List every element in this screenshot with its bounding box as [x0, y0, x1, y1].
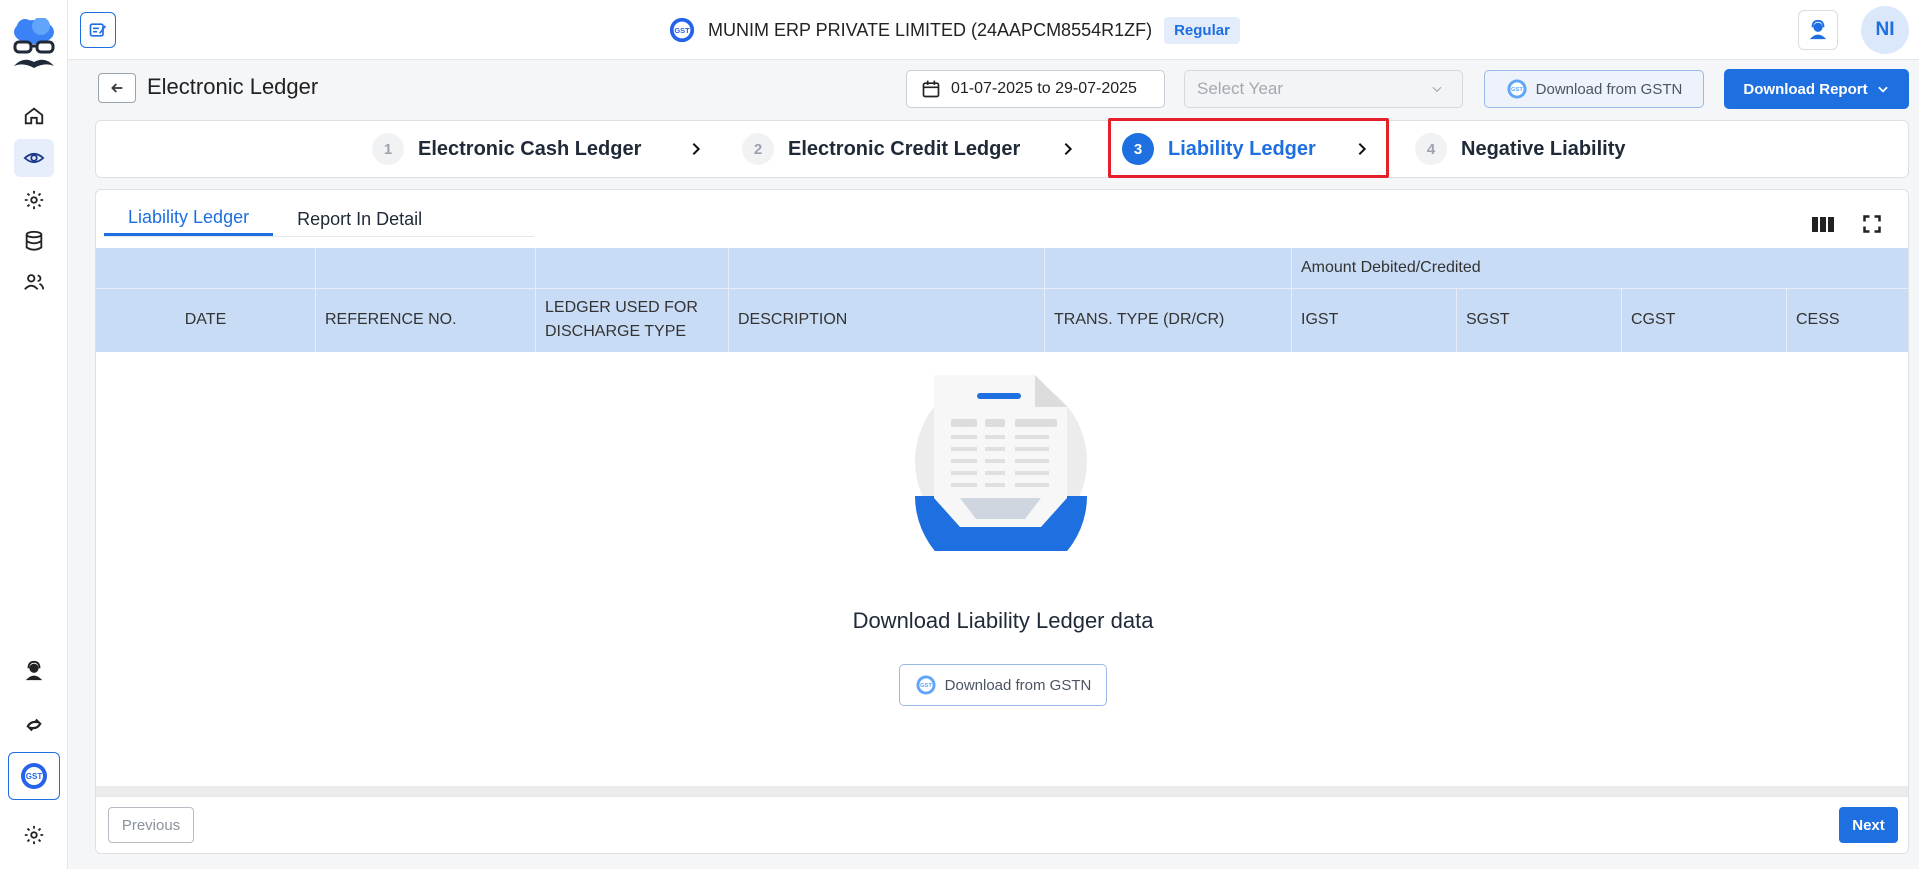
edit-note-icon [89, 23, 107, 37]
calendar-icon [922, 80, 940, 98]
company-info: GST MUNIM ERP PRIVATE LIMITED (24AAPCM85… [668, 14, 1240, 46]
settings-icon[interactable] [14, 816, 54, 854]
company-name: MUNIM ERP PRIVATE LIMITED (24AAPCM8554R1… [708, 19, 1153, 40]
database-icon[interactable] [14, 222, 54, 260]
year-select[interactable]: Select Year [1184, 70, 1463, 108]
horizontal-scrollbar[interactable] [96, 786, 1908, 796]
divider [1786, 288, 1787, 352]
ledger-stepper: 1 Electronic Cash Ledger 2 Electronic Cr… [95, 120, 1909, 178]
step-number: 2 [742, 133, 774, 165]
column-header-ledger-used[interactable]: LEDGER USED FOR DISCHARGE TYPE [545, 288, 715, 352]
column-header-date[interactable]: DATE [96, 288, 315, 352]
svg-text:GST: GST [674, 26, 690, 35]
svg-text:GST: GST [1511, 87, 1523, 93]
table-header: Amount Debited/Credited DATE REFERENCE N… [96, 248, 1908, 352]
column-header-description[interactable]: DESCRIPTION [738, 288, 1038, 352]
arrow-left-icon [111, 83, 123, 93]
gst-icon[interactable]: GST [8, 752, 60, 800]
column-header-igst[interactable]: IGST [1301, 288, 1451, 352]
divider [315, 248, 316, 352]
column-header-sgst[interactable]: SGST [1466, 288, 1616, 352]
sidebar: GST [0, 0, 68, 869]
page-title: Electronic Ledger [147, 74, 319, 99]
divider [728, 248, 729, 352]
gst-icon: GST [916, 675, 936, 695]
step-label: Liability Ledger [1168, 137, 1316, 160]
fullscreen-icon[interactable] [1862, 214, 1882, 234]
step-label: Negative Liability [1461, 137, 1626, 160]
tab-divider [104, 236, 534, 237]
step-number: 3 [1122, 133, 1154, 165]
column-header-reference-no[interactable]: REFERENCE NO. [325, 288, 530, 352]
chevron-right-icon [1358, 142, 1367, 156]
top-bar: GST MUNIM ERP PRIVATE LIMITED (24AAPCM85… [68, 0, 1919, 60]
previous-button[interactable]: Previous [108, 807, 194, 843]
svg-text:GST: GST [26, 772, 43, 781]
year-select-placeholder: Select Year [1197, 79, 1284, 98]
notes-button[interactable] [80, 12, 116, 48]
group-header-amount: Amount Debited/Credited [1301, 259, 1481, 276]
svg-text:GST: GST [920, 683, 932, 689]
empty-download-from-gstn-button[interactable]: GST Download from GSTN [899, 664, 1107, 706]
ledger-panel: Liability Ledger Report In Detail Amount… [95, 189, 1909, 854]
column-header-trans-type[interactable]: TRANS. TYPE (DR/CR) [1054, 288, 1284, 352]
munim-logo[interactable] [11, 17, 57, 76]
support-agent-icon[interactable] [14, 652, 54, 690]
next-button[interactable]: Next [1839, 807, 1898, 843]
columns-icon[interactable] [1811, 214, 1835, 234]
step-label: Electronic Credit Ledger [788, 137, 1021, 160]
download-from-gstn-label: Download from GSTN [1535, 80, 1683, 98]
download-report-button[interactable]: Download Report [1724, 69, 1909, 109]
divider [1621, 288, 1622, 352]
step-liability-ledger[interactable]: 3 Liability Ledger [1122, 132, 1316, 166]
step-label: Electronic Cash Ledger [418, 137, 642, 160]
step-number: 4 [1415, 133, 1447, 165]
home-icon[interactable] [14, 97, 54, 135]
gst-icon: GST [1507, 79, 1527, 99]
step-electronic-credit-ledger[interactable]: 2 Electronic Credit Ledger [742, 132, 1020, 166]
tab-liability-ledger[interactable]: Liability Ledger [104, 202, 274, 236]
user-avatar[interactable]: NI [1861, 6, 1909, 54]
eye-icon[interactable] [14, 139, 54, 177]
download-from-gstn-button[interactable]: GST Download from GSTN [1484, 70, 1704, 108]
date-range-text: 01-07-2025 to 29-07-2025 [951, 80, 1137, 97]
status-badge: Regular [1164, 16, 1240, 44]
empty-download-label: Download from GSTN [944, 676, 1092, 694]
download-report-label: Download Report [1743, 80, 1868, 98]
back-button[interactable] [98, 73, 136, 103]
step-number: 1 [372, 133, 404, 165]
gst-logo-icon: GST [669, 17, 695, 43]
gear-icon[interactable] [14, 181, 54, 219]
divider [535, 248, 536, 352]
support-agent-icon [1809, 19, 1827, 40]
support-button[interactable] [1798, 10, 1838, 50]
tab-report-in-detail[interactable]: Report In Detail [273, 202, 446, 236]
column-header-cess[interactable]: CESS [1796, 288, 1906, 352]
tab-bar: Liability Ledger Report In Detail [104, 202, 446, 236]
chevron-right-icon [692, 142, 701, 156]
users-icon[interactable] [14, 263, 54, 301]
chevron-down-icon [1877, 86, 1888, 93]
divider [96, 796, 1908, 797]
chevron-down-icon [1432, 86, 1442, 93]
empty-document-illustration [915, 375, 1087, 551]
column-header-cgst[interactable]: CGST [1631, 288, 1781, 352]
sync-icon[interactable] [14, 706, 54, 744]
divider [1456, 288, 1457, 352]
chevron-right-icon [1064, 142, 1073, 156]
divider [1044, 248, 1045, 352]
date-range-picker[interactable]: 01-07-2025 to 29-07-2025 [906, 70, 1165, 108]
step-negative-liability[interactable]: 4 Negative Liability [1415, 132, 1626, 166]
step-electronic-cash-ledger[interactable]: 1 Electronic Cash Ledger [372, 132, 641, 166]
divider [1291, 248, 1292, 352]
empty-state-message: Download Liability Ledger data [852, 608, 1154, 633]
